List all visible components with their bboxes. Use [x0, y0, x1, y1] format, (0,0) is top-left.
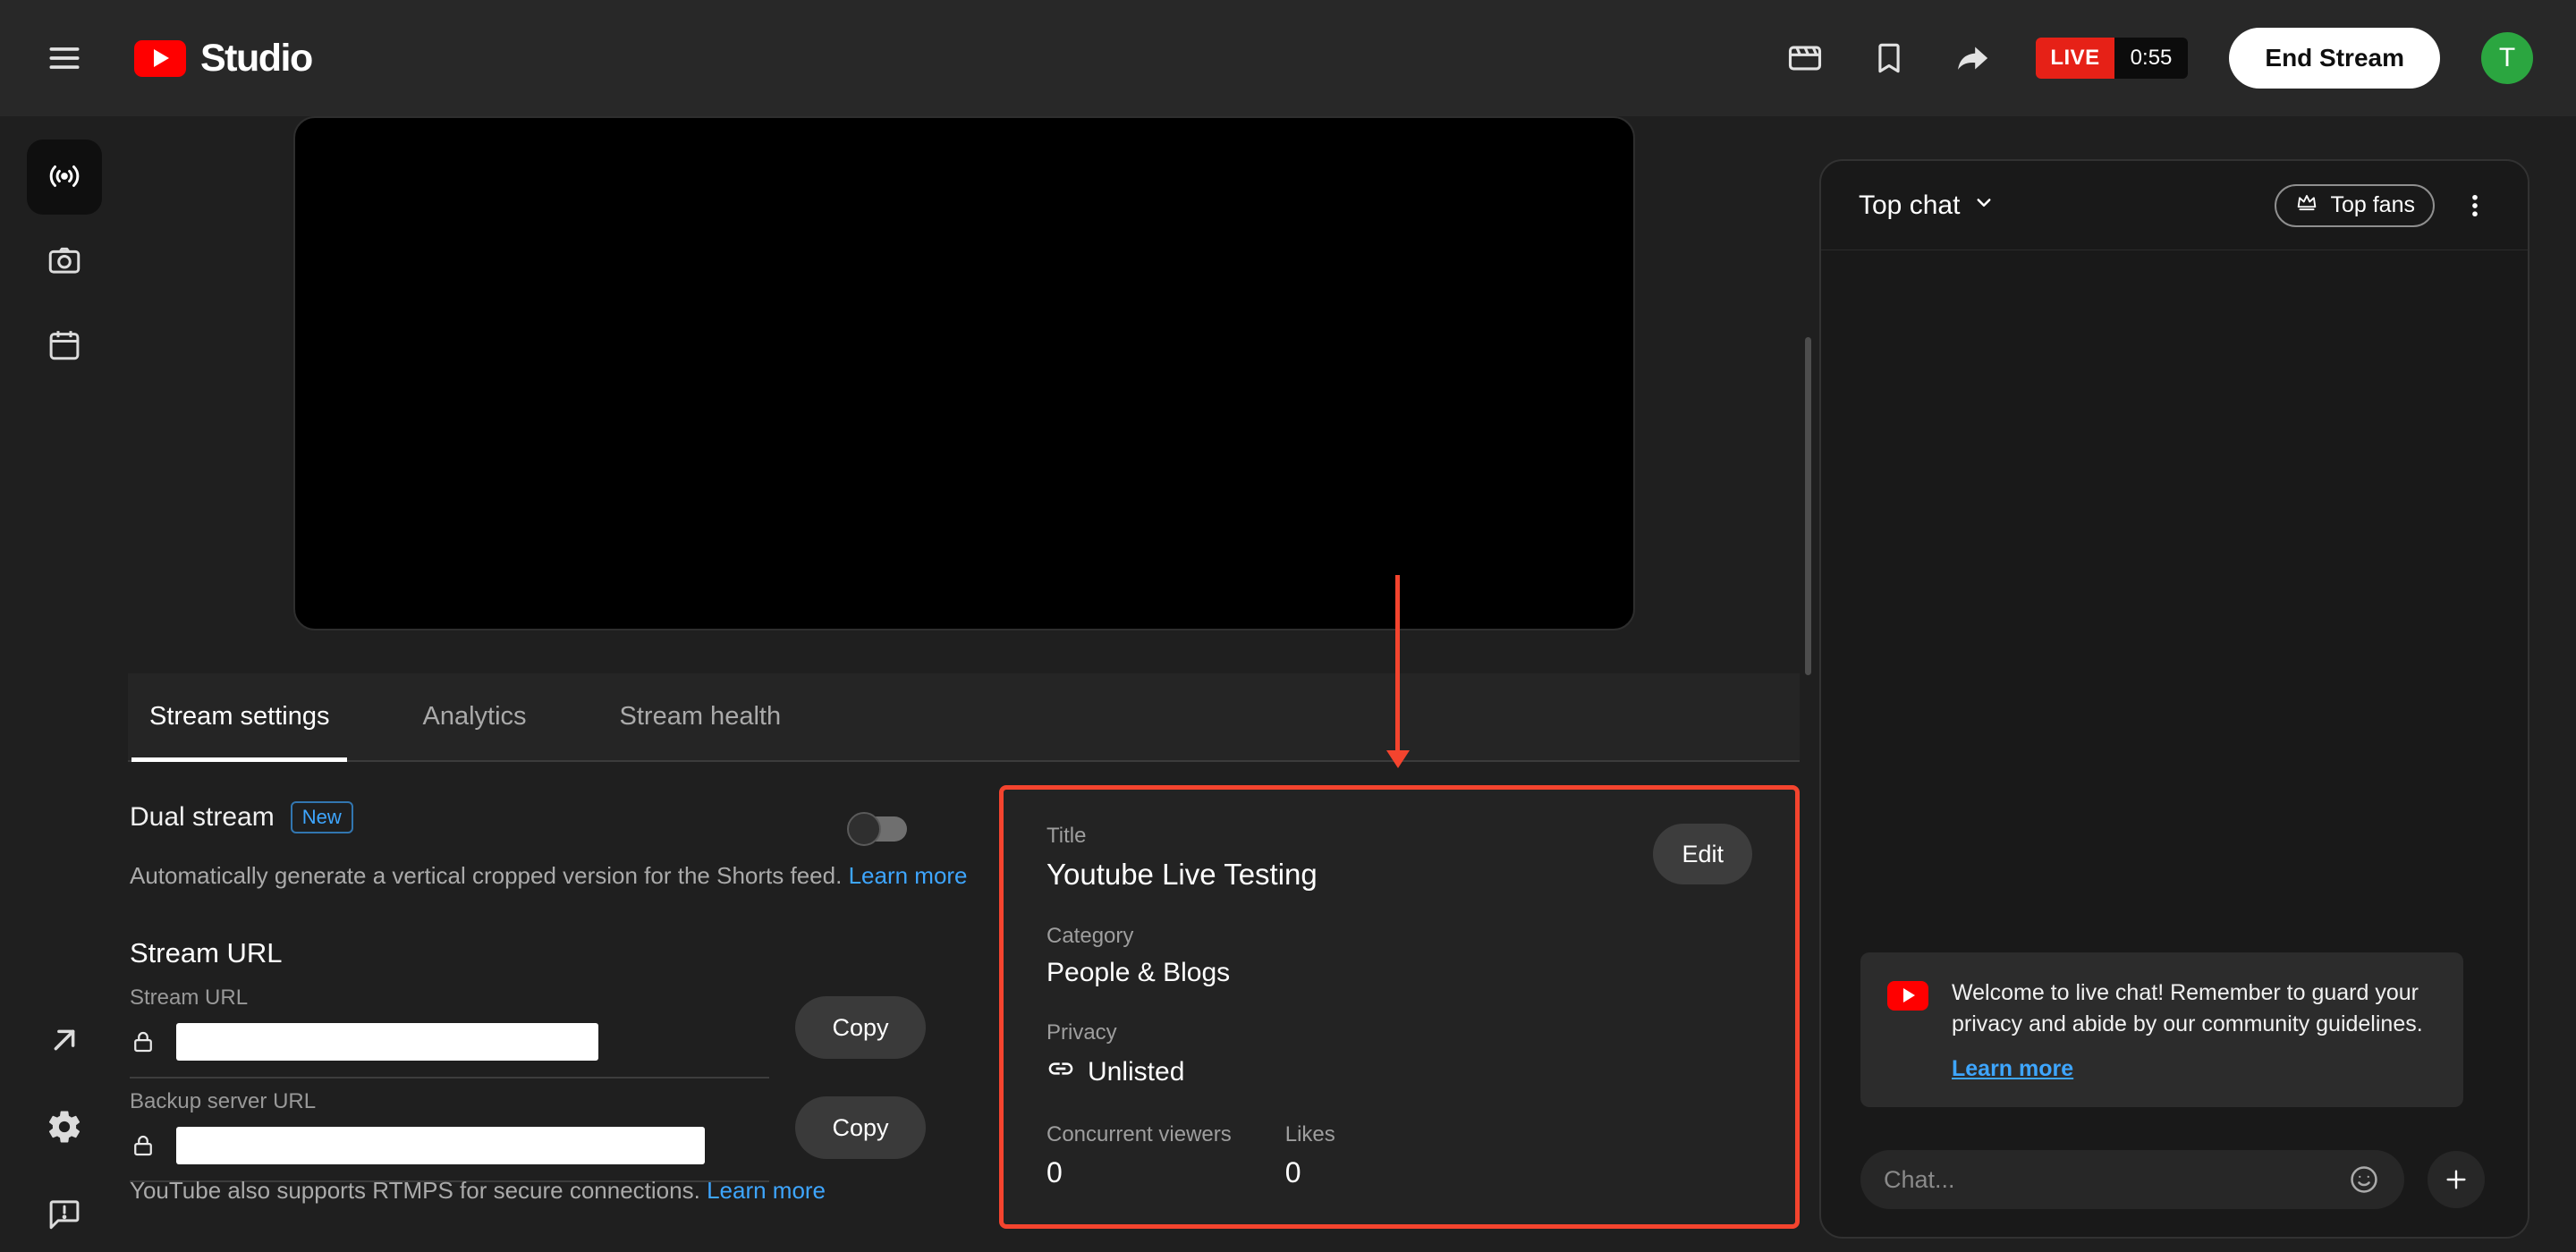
backup-server-url-input[interactable]: [176, 1127, 705, 1164]
new-badge: New: [291, 801, 353, 833]
copy-backup-url-button[interactable]: Copy: [795, 1096, 926, 1159]
tab-stream-settings[interactable]: Stream settings: [131, 673, 347, 760]
stream-url-field-label: Stream URL: [130, 986, 769, 1011]
video-player[interactable]: [293, 116, 1635, 630]
chat-input[interactable]: [1884, 1166, 2333, 1194]
crown-icon: [2294, 190, 2319, 221]
chat-input-pill[interactable]: [1860, 1150, 2404, 1209]
chat-header: Top chat Top fans: [1821, 161, 2528, 250]
stream-info-card: Title Youtube Live Testing Edit Category…: [999, 785, 1800, 1229]
rtmps-note-text: YouTube also supports RTMPS for secure c…: [130, 1177, 700, 1204]
avatar[interactable]: T: [2481, 32, 2533, 84]
chat-learn-more-link[interactable]: Learn more: [1952, 1056, 2073, 1082]
sidebar-item-open-external[interactable]: [27, 1003, 102, 1079]
dual-stream-description-text: Automatically generate a vertical croppe…: [130, 862, 842, 889]
live-status-chip: LIVE 0:55: [2036, 38, 2188, 79]
share-icon[interactable]: [1952, 37, 1995, 80]
lock-icon: [130, 1132, 157, 1159]
brand-name: Studio: [200, 37, 312, 80]
dual-stream-learn-more-link[interactable]: Learn more: [849, 862, 968, 889]
stream-settings-panel: Dual stream New Automatically generate a…: [128, 762, 1800, 1252]
edit-button[interactable]: Edit: [1653, 824, 1752, 884]
youtube-play-icon: [1887, 981, 1928, 1011]
broadcast-icon: [46, 157, 83, 198]
privacy-label: Privacy: [1046, 1020, 1752, 1045]
annotation-arrow: [1395, 575, 1400, 750]
likes: Likes 0: [1285, 1122, 1335, 1189]
top-fans-button[interactable]: Top fans: [2275, 184, 2435, 227]
end-stream-button[interactable]: End Stream: [2229, 28, 2440, 89]
tab-stream-health[interactable]: Stream health: [602, 673, 800, 760]
backup-server-url-field: Backup server URL: [130, 1089, 769, 1182]
clapperboard-icon[interactable]: [1784, 37, 1826, 80]
chat-welcome-card: Welcome to live chat! Remember to guard …: [1860, 952, 2463, 1107]
likes-label: Likes: [1285, 1122, 1335, 1147]
welcome-text: Welcome to live chat! Remember to guard …: [1952, 977, 2436, 1040]
stream-url-input[interactable]: [176, 1023, 598, 1061]
lock-icon: [130, 1028, 157, 1055]
toggle-knob: [847, 812, 881, 846]
camera-icon: [46, 241, 83, 282]
chat-input-row: [1860, 1150, 2485, 1209]
dual-stream-description: Automatically generate a vertical croppe…: [130, 862, 968, 890]
chat-mode-label: Top chat: [1859, 190, 1960, 221]
viewers-count: 0: [1046, 1156, 1232, 1189]
add-icon[interactable]: [2428, 1151, 2485, 1208]
live-timer: 0:55: [2114, 38, 2189, 79]
dual-stream-toggle[interactable]: [850, 816, 907, 842]
concurrent-viewers: Concurrent viewers 0: [1046, 1122, 1232, 1189]
link-icon: [1046, 1054, 1075, 1090]
top-fans-label: Top fans: [2330, 192, 2415, 218]
feedback-icon: [46, 1195, 83, 1235]
bookmark-icon[interactable]: [1868, 37, 1911, 80]
stream-title: Youtube Live Testing: [1046, 858, 1318, 892]
likes-count: 0: [1285, 1156, 1335, 1189]
chat-mode-dropdown[interactable]: Top chat: [1859, 189, 1997, 223]
gear-icon: [46, 1108, 83, 1148]
tab-analytics[interactable]: Analytics: [404, 673, 544, 760]
category-label: Category: [1046, 924, 1752, 949]
sidebar-item-settings[interactable]: [27, 1090, 102, 1165]
viewers-label: Concurrent viewers: [1046, 1122, 1232, 1147]
live-badge: LIVE: [2036, 38, 2114, 79]
chat-menu-kebab-icon[interactable]: [2460, 190, 2490, 221]
dual-stream-label: Dual stream: [130, 802, 275, 833]
youtube-play-icon: [134, 40, 186, 77]
sidebar-item-webcam[interactable]: [27, 224, 102, 299]
menu-icon[interactable]: [43, 37, 86, 80]
calendar-icon: [46, 326, 83, 366]
sidebar-item-feedback[interactable]: [27, 1177, 102, 1252]
rtmps-note: YouTube also supports RTMPS for secure c…: [130, 1177, 826, 1205]
main-scrollbar[interactable]: [1805, 337, 1811, 675]
title-label: Title: [1046, 824, 1318, 849]
sidebar-item-stream[interactable]: [27, 140, 102, 215]
sidebar-item-manage[interactable]: [27, 308, 102, 383]
youtube-studio-logo[interactable]: Studio: [134, 37, 312, 80]
stream-url-heading: Stream URL: [130, 937, 283, 969]
stream-url-field: Stream URL: [130, 986, 769, 1079]
backup-server-url-label: Backup server URL: [130, 1089, 769, 1114]
chat-messages-area: Welcome to live chat! Remember to guard …: [1821, 250, 2528, 1237]
rtmps-learn-more-link[interactable]: Learn more: [707, 1177, 826, 1204]
chevron-down-icon: [1970, 189, 1997, 223]
emoji-icon[interactable]: [2347, 1163, 2381, 1197]
category-value: People & Blogs: [1046, 958, 1752, 988]
copy-stream-url-button[interactable]: Copy: [795, 996, 926, 1059]
external-arrow-icon: [46, 1021, 83, 1062]
top-bar: Studio LIVE 0:55 End Stream T: [0, 0, 2576, 116]
tab-bar: Stream settings Analytics Stream health: [128, 673, 1800, 762]
privacy-value: Unlisted: [1088, 1057, 1184, 1087]
left-sidebar: [0, 116, 128, 1252]
main-content: Stream settings Analytics Stream health …: [128, 116, 1800, 1252]
live-chat-panel: Top chat Top fans Welcome to live chat! …: [1819, 159, 2529, 1239]
